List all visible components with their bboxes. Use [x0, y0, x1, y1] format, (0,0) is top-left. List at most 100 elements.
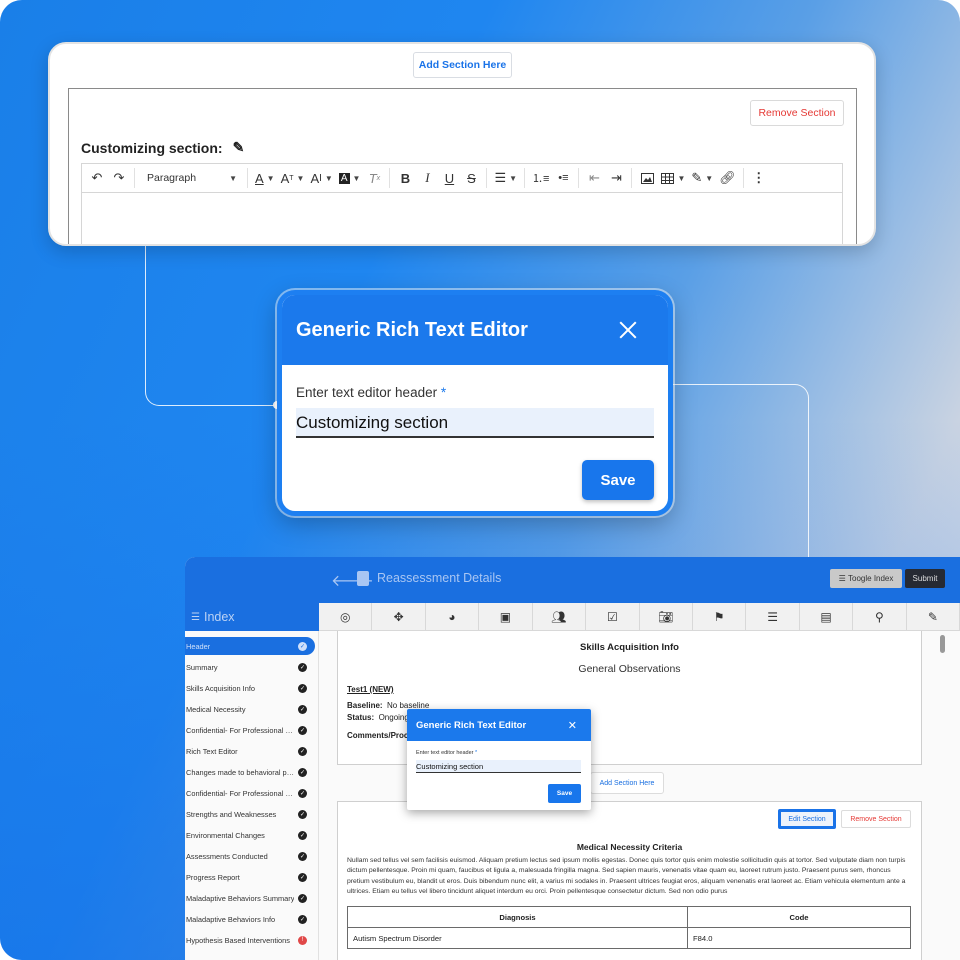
remove-section-button[interactable]: Remove Section — [841, 810, 911, 828]
check-circle-icon: ✓ — [298, 641, 307, 651]
sidebar-item[interactable]: Hypothesis Based Interventions! — [185, 931, 315, 949]
underline-icon[interactable]: U — [438, 163, 460, 193]
sidebar-item[interactable]: Maladaptive Behaviors Info ✓ — [185, 910, 315, 928]
indent-icon[interactable]: ⇥ — [605, 163, 627, 193]
sidebar-item[interactable]: Skills Acquisition Info ✓ — [185, 679, 315, 697]
editor-content-area[interactable] — [81, 193, 843, 244]
move-icon[interactable]: ✥ — [372, 603, 426, 630]
table-row: Autism Spectrum Disorder F84.0 — [347, 927, 911, 949]
add-section-button[interactable]: Add Section Here — [590, 772, 664, 794]
check-circle-icon: ✓ — [298, 914, 307, 924]
edit-section-button[interactable]: Edit Section — [778, 809, 836, 829]
sidebar-item-label: Environmental Changes — [186, 830, 265, 840]
toolbar-divider — [486, 168, 488, 188]
camera-icon[interactable]: 📷︎ — [640, 603, 693, 630]
sidebar-item[interactable]: Medical Necessity ✓ — [185, 700, 315, 718]
status-value: Ongoing — [378, 713, 409, 722]
toggle-index-label: Toogle Index — [848, 574, 894, 583]
sidebar-item-label: Summary — [186, 662, 218, 672]
required-mark: * — [440, 385, 447, 400]
paragraph-style-select[interactable]: Paragraph ▼ — [139, 163, 243, 193]
redo-icon[interactable]: ↷ — [108, 163, 130, 193]
rich-text-editor-dialog-small: Generic Rich Text Editor ✕ Enter text ed… — [407, 709, 591, 810]
toggle-index-button[interactable]: ☰ Toogle Index — [830, 569, 902, 588]
header-input[interactable]: Customizing section — [296, 408, 654, 438]
sliders-icon[interactable]: ☰ — [746, 603, 800, 630]
rich-text-toolbar: ↶ ↷ Paragraph ▼ A ▼ A T ▼ A I ▼ A ▼ Tx B I U S… — [81, 163, 843, 193]
scrollbar[interactable] — [940, 635, 945, 653]
skills-heading: Skills Acquisition Info — [580, 642, 679, 653]
align-icon[interactable]: ☰ ▼ — [491, 163, 520, 193]
index-header: ☰ Index — [185, 603, 319, 631]
toolbar-divider — [578, 168, 580, 188]
pen-icon[interactable]: ✎ — [907, 603, 960, 630]
dialog-header: Generic Rich Text Editor ✕ — [407, 709, 591, 741]
sidebar-item[interactable]: Maladaptive Behaviors Summary ✓ — [185, 889, 315, 907]
link-icon[interactable]: 🔗︎ — [716, 163, 739, 193]
outdent-icon[interactable]: ⇤ — [583, 163, 605, 193]
search-icon[interactable]: ⚲ — [853, 603, 907, 630]
check-circle-icon: ✓ — [298, 872, 307, 882]
save-button[interactable]: Save — [548, 784, 581, 803]
sidebar-item[interactable]: Assessments Conducted ✓ — [185, 847, 315, 865]
sidebar-item[interactable]: Confidential- For Professional U... ✓ — [185, 784, 315, 802]
sidebar-item-label: Hypothesis Based Interventions — [186, 935, 290, 945]
close-icon[interactable] — [618, 320, 638, 340]
add-section-button[interactable]: Add Section Here — [413, 52, 512, 78]
close-icon[interactable]: ✕ — [568, 719, 577, 732]
checklist-icon[interactable]: ☑ — [586, 603, 640, 630]
sidebar-item[interactable]: Summary ✓ — [185, 658, 315, 676]
sidebar-item[interactable]: Rich Text Editor ✓ — [185, 742, 315, 760]
sidebar-item-label: Changes made to behavioral pro... — [186, 767, 296, 777]
sidebar-item-label: Progress Report — [186, 872, 240, 882]
sidebar-item[interactable]: Progress Report ✓ — [185, 868, 315, 886]
sidebar-item[interactable]: Header ✓ — [185, 637, 315, 655]
sidebar-item-label: Medical Necessity — [186, 704, 246, 714]
sidebar-item[interactable]: Changes made to behavioral pro... ✓ — [185, 763, 315, 781]
bold-icon[interactable]: B — [394, 163, 416, 193]
header-field-label-text: Enter text editor header — [296, 385, 438, 400]
abc-icon[interactable]: ▤ — [800, 603, 854, 630]
pie-chart-icon[interactable]: ◕ — [426, 603, 480, 630]
clear-format-icon[interactable]: Tx — [363, 163, 385, 193]
sidebar-item-label: Rich Text Editor — [186, 746, 238, 756]
warning-icon: ! — [298, 935, 307, 945]
header-input[interactable]: Customizing section — [416, 760, 581, 773]
header-field-label: Enter text editor header * — [296, 385, 446, 400]
save-button[interactable]: Save — [582, 460, 654, 500]
pencil-icon[interactable]: ✎ — [233, 139, 245, 156]
font-color-icon[interactable]: A ▼ — [252, 163, 278, 193]
submit-button[interactable]: Submit — [905, 569, 945, 588]
target-icon[interactable]: ◎ — [319, 603, 373, 630]
strikethrough-icon[interactable]: S — [460, 163, 482, 193]
sidebar-item[interactable]: Environmental Changes ✓ — [185, 826, 315, 844]
highlight-text-icon[interactable]: A ▼ — [336, 163, 364, 193]
check-circle-icon: ✓ — [298, 662, 307, 672]
undo-icon[interactable]: ↶ — [86, 163, 108, 193]
connector-line-left — [145, 246, 279, 406]
image-icon[interactable] — [636, 163, 658, 193]
numbered-list-icon[interactable]: ⒈≡ — [529, 163, 552, 193]
sidebar-item[interactable]: Strengths and Weaknesses ✓ — [185, 805, 315, 823]
dialog-title: Generic Rich Text Editor — [416, 719, 527, 731]
font-size-icon[interactable]: A T ▼ — [278, 163, 308, 193]
bullet-list-icon[interactable]: •≡ — [552, 163, 574, 193]
user-badge-icon[interactable]: ⚑ — [693, 603, 747, 630]
check-circle-icon: ✓ — [298, 683, 307, 693]
more-icon[interactable]: ⋮ — [748, 163, 770, 193]
sidebar-item[interactable]: Confidential- For Professional U... ✓ — [185, 721, 315, 739]
section-title: Customizing section: ✎ — [81, 139, 244, 156]
remove-section-button[interactable]: Remove Section — [750, 100, 844, 126]
comments-label: Comments/Proc — [347, 731, 409, 740]
dialog-header: Generic Rich Text Editor — [282, 295, 668, 365]
table-header-row: Diagnosis Code — [347, 906, 911, 928]
italic-icon[interactable]: I — [416, 163, 438, 193]
marker-icon[interactable]: ✎ ▼ — [688, 163, 716, 193]
presentation-icon[interactable]: ▣ — [479, 603, 533, 630]
people-icon[interactable]: 👥︎ — [533, 603, 587, 630]
text-case-icon[interactable]: A I ▼ — [307, 163, 335, 193]
table-icon[interactable]: ▼ — [658, 163, 688, 193]
medical-necessity-panel: Edit Section Remove Section Medical Nece… — [337, 801, 922, 960]
check-circle-icon: ✓ — [298, 725, 307, 735]
header-field-label-text: Enter text editor header — [416, 750, 474, 756]
